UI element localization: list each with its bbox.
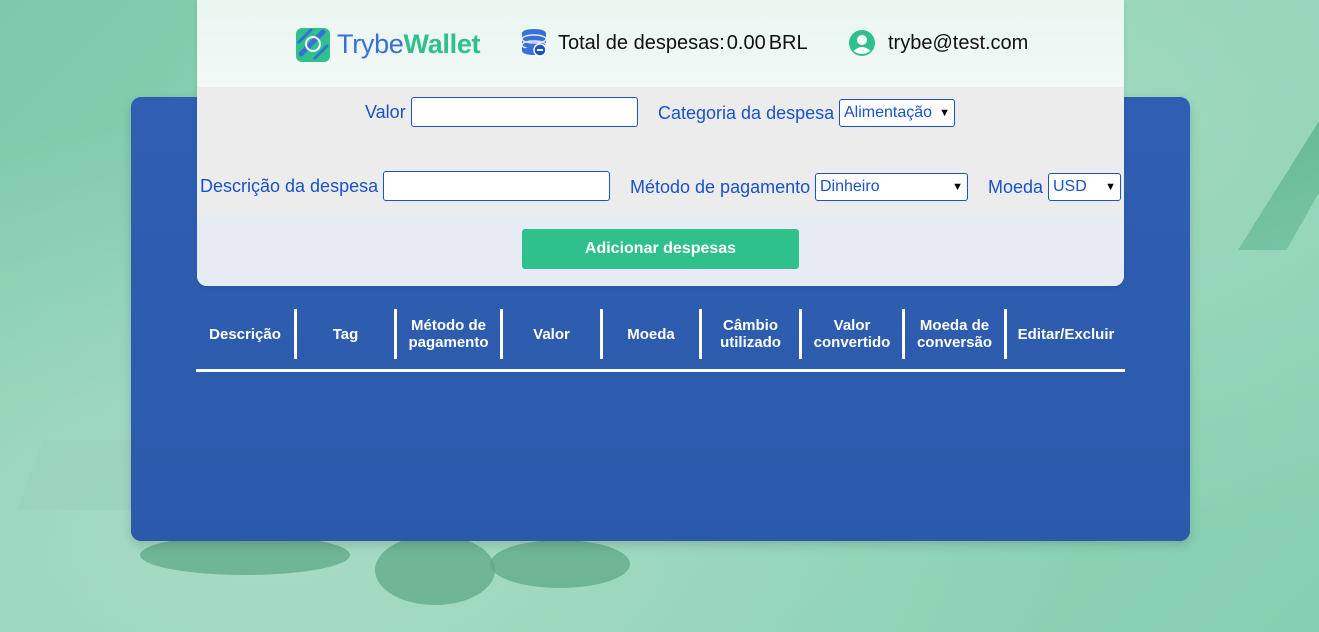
user-avatar-icon <box>849 30 875 56</box>
chevron-down-icon: ▼ <box>952 181 963 193</box>
logo-text-trybe: Trybe <box>337 28 404 59</box>
chevron-down-icon: ▼ <box>939 107 950 119</box>
description-input[interactable] <box>383 171 610 201</box>
wallet-header: TrybeWallet Total de despesas: 0.00 BRL <box>197 0 1124 286</box>
value-input[interactable] <box>411 97 638 127</box>
category-label: Categoria da despesa <box>658 103 835 123</box>
coins-icon <box>521 29 547 57</box>
table-header-value: Valor <box>503 309 603 359</box>
table-header-description: Descrição <box>196 309 297 359</box>
payment-method-select[interactable]: Dinheiro ▼ <box>815 173 968 201</box>
table-header-payment-method: Método de pagamento <box>397 309 503 359</box>
chevron-down-icon: ▼ <box>1105 181 1116 193</box>
background-coin-decoration <box>490 540 630 588</box>
total-label: Total de despesas: <box>558 31 725 54</box>
logo-text: TrybeWallet <box>337 28 481 60</box>
table-header-tag: Tag <box>297 309 397 359</box>
expenses-table-header: Descrição Tag Método de pagamento Valor … <box>196 309 1125 372</box>
wallet-logo-icon <box>296 28 330 62</box>
logo-text-wallet: Wallet <box>403 28 481 59</box>
user-info: trybe@test.com <box>849 30 1028 56</box>
value-label: Valor <box>365 102 406 122</box>
header-top-bar: TrybeWallet Total de despesas: 0.00 BRL <box>197 0 1124 87</box>
payment-method-label: Método de pagamento <box>630 177 811 197</box>
currency-label: Moeda <box>988 177 1044 197</box>
category-select-value: Alimentação <box>844 104 933 121</box>
category-select[interactable]: Alimentação ▼ <box>839 99 955 127</box>
table-header-currency: Moeda <box>603 309 702 359</box>
currency-select[interactable]: USD ▼ <box>1048 173 1121 201</box>
description-label: Descrição da despesa <box>200 176 379 196</box>
user-email: trybe@test.com <box>888 31 1029 54</box>
currency-select-value: USD <box>1053 178 1087 195</box>
total-value: 0.00 <box>726 31 766 54</box>
add-expense-button[interactable]: Adicionar despesas <box>522 229 799 269</box>
background-coin-decoration <box>375 535 495 605</box>
total-currency: BRL <box>768 31 808 54</box>
table-header-exchange-rate: Câmbio utilizado <box>702 309 802 359</box>
total-expenses: Total de despesas: 0.00 BRL <box>519 28 808 58</box>
trybe-wallet-logo: TrybeWallet <box>293 23 481 65</box>
payment-method-select-value: Dinheiro <box>820 178 880 195</box>
table-header-conversion-currency: Moeda de conversão <box>905 309 1007 359</box>
background-coin-decoration <box>140 535 350 575</box>
table-header-edit-delete: Editar/Excluir <box>1017 325 1115 343</box>
table-header-converted-value: Valor convertido <box>802 309 905 359</box>
